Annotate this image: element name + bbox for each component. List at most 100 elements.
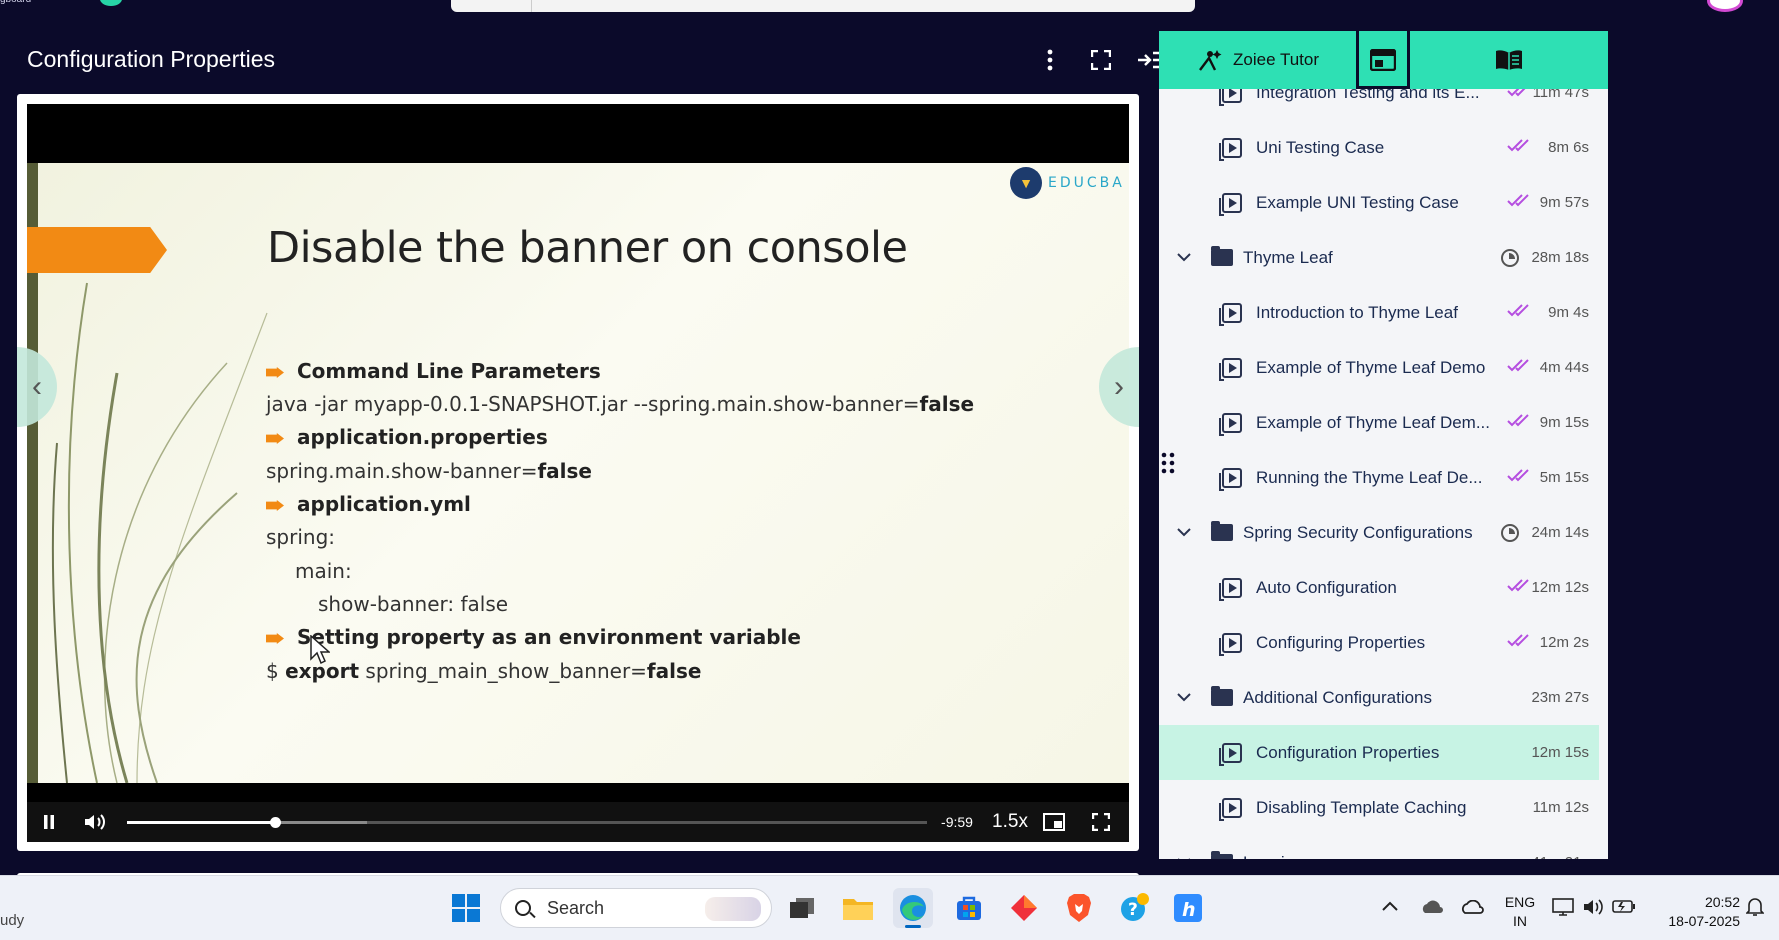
h-app-button[interactable]: h	[1168, 888, 1208, 928]
duration-label: 5m 15s	[1539, 469, 1589, 486]
lesson-title: Configuring Properties	[1256, 632, 1426, 652]
tab-notes[interactable]	[1410, 31, 1608, 89]
chevron-down-icon[interactable]	[1177, 690, 1191, 705]
lesson-item[interactable]: Uni Testing Case 8m 6s	[1159, 120, 1599, 175]
playback-speed-button[interactable]: 1.5x	[987, 810, 1033, 834]
lesson-item[interactable]: Configuring Properties 12m 2s	[1159, 615, 1599, 670]
completed-check-icon	[1507, 138, 1533, 157]
language-indicator[interactable]: ENG IN	[1500, 893, 1540, 931]
lesson-item[interactable]: Introduction to Thyme Leaf 9m 4s	[1159, 285, 1599, 340]
picture-in-picture-icon[interactable]	[1041, 812, 1067, 832]
lesson-item[interactable]: Configuration Properties 12m 15s	[1159, 725, 1599, 780]
chevron-down-icon[interactable]	[1177, 250, 1191, 265]
completed-check-icon	[1507, 413, 1533, 432]
folder-icon	[1211, 686, 1233, 706]
page-scrollbar[interactable]	[1773, 750, 1779, 875]
video-lesson-icon	[1219, 797, 1242, 821]
section-item[interactable]: Additional Configurations 23m 27s	[1159, 670, 1599, 725]
lesson-title: Integration Testing and its E...	[1256, 89, 1480, 102]
slide-line: spring.main.show-banner=false	[266, 459, 592, 483]
lesson-item[interactable]: Integration Testing and its E... 11m 47s	[1159, 89, 1599, 120]
speaker-icon[interactable]	[1583, 898, 1603, 919]
chevron-left-icon: ‹	[32, 370, 42, 403]
edge-browser-button[interactable]	[893, 888, 933, 928]
svg-text:h: h	[1182, 899, 1196, 921]
brave-browser-button[interactable]	[1059, 888, 1099, 928]
top-search-bar[interactable]	[451, 0, 1195, 12]
section-title: Logging	[1243, 853, 1304, 860]
chevron-down-icon[interactable]	[1177, 855, 1191, 859]
section-item[interactable]: Spring Security Configurations 24m 14s	[1159, 505, 1599, 560]
language-region: IN	[1513, 913, 1527, 929]
pause-icon[interactable]	[39, 812, 59, 832]
lesson-item[interactable]: Running the Thyme Leaf De... 5m 15s	[1159, 450, 1599, 505]
taskbar: udy Search ? h ENG IN 20:52 18-07-2025	[0, 875, 1779, 940]
lesson-item[interactable]: Disabling Template Caching 11m 12s	[1159, 780, 1599, 835]
video-lesson-icon	[1219, 137, 1242, 161]
battery-icon[interactable]	[1612, 898, 1636, 917]
completed-check-icon	[1507, 303, 1533, 322]
fullscreen-icon[interactable]	[1088, 46, 1114, 74]
section-item[interactable]: Logging 41m 21s	[1159, 835, 1599, 859]
help-button[interactable]: ?	[1115, 888, 1155, 928]
sparkle-person-icon	[1199, 50, 1222, 71]
section-item[interactable]: Thyme Leaf 28m 18s	[1159, 230, 1599, 285]
tab-layout[interactable]	[1359, 31, 1407, 89]
lesson-item[interactable]: Example UNI Testing Case 9m 57s	[1159, 175, 1599, 230]
time-remaining: -9:59	[941, 814, 973, 830]
completed-check-icon	[1507, 89, 1533, 102]
tab-zoiee-tutor[interactable]: Zoiee Tutor	[1159, 31, 1357, 89]
duration-label: 11m 12s	[1532, 799, 1589, 816]
video-lesson-icon	[1219, 467, 1242, 491]
drag-handle-icon[interactable]	[1161, 452, 1175, 474]
store-button[interactable]	[949, 888, 989, 928]
chevron-up-icon[interactable]	[1382, 898, 1398, 914]
language-code: ENG	[1504, 894, 1536, 910]
slide-bullet: application.yml	[266, 492, 471, 516]
more-options-icon[interactable]	[1040, 46, 1060, 74]
duration-label: 11m 47s	[1532, 89, 1589, 101]
lesson-title: Example of Thyme Leaf Dem...	[1256, 412, 1491, 432]
progress-bar[interactable]	[127, 817, 927, 828]
duration-label: 4m 44s	[1539, 359, 1589, 376]
app-diamond-button[interactable]	[1004, 888, 1044, 928]
volume-icon[interactable]	[83, 811, 107, 833]
onedrive-icon[interactable]	[1460, 899, 1484, 917]
lesson-title: Example UNI Testing Case	[1256, 192, 1459, 212]
task-view-button[interactable]	[782, 888, 822, 928]
slide-bullet: Setting property as an environment varia…	[266, 625, 801, 649]
slide-line: $ export spring_main_show_banner=false	[266, 659, 702, 683]
partial-progress-icon	[1501, 248, 1519, 267]
video-lesson-icon	[1219, 192, 1242, 216]
video-lesson-icon	[1219, 577, 1242, 601]
system-clock[interactable]: 20:52 18-07-2025	[1648, 893, 1740, 931]
lecture-slide: ▼ EDUCBA Disable the banner on console C…	[27, 163, 1129, 783]
duration-label: 41m 21s	[1531, 854, 1589, 859]
duration-label: 9m 4s	[1548, 304, 1589, 321]
mouse-cursor-icon	[310, 635, 330, 665]
lesson-title: Auto Configuration	[1256, 577, 1397, 597]
folder-icon	[1211, 246, 1233, 266]
video-player[interactable]: ▼ EDUCBA Disable the banner on console C…	[27, 104, 1129, 842]
network-icon[interactable]	[1552, 898, 1574, 919]
taskbar-search[interactable]: Search	[500, 888, 772, 928]
sidebar-tabs: Zoiee Tutor	[1159, 31, 1608, 89]
bullet-arrow-icon	[266, 633, 284, 644]
chevron-down-icon[interactable]	[1177, 525, 1191, 540]
completed-check-icon	[1507, 468, 1533, 487]
lesson-item[interactable]: Example of Thyme Leaf Dem... 9m 15s	[1159, 395, 1599, 450]
notification-bell-icon[interactable]	[1745, 897, 1765, 920]
cloud-weather-icon[interactable]	[1420, 900, 1444, 917]
clock-date: 18-07-2025	[1668, 913, 1740, 929]
slide-title: Disable the banner on console	[267, 223, 908, 273]
lesson-item[interactable]: Example of Thyme Leaf Demo 4m 44s	[1159, 340, 1599, 395]
progress-handle[interactable]	[270, 817, 281, 828]
lesson-item[interactable]: Auto Configuration 12m 12s	[1159, 560, 1599, 615]
duration-label: 24m 14s	[1531, 524, 1589, 541]
player-fullscreen-icon[interactable]	[1089, 812, 1113, 832]
video-controls: -9:59 1.5x	[27, 802, 1129, 842]
start-button[interactable]	[446, 888, 486, 928]
file-explorer-button[interactable]	[838, 888, 878, 928]
duration-label: 28m 18s	[1531, 249, 1589, 266]
avatar[interactable]	[1707, 0, 1743, 12]
